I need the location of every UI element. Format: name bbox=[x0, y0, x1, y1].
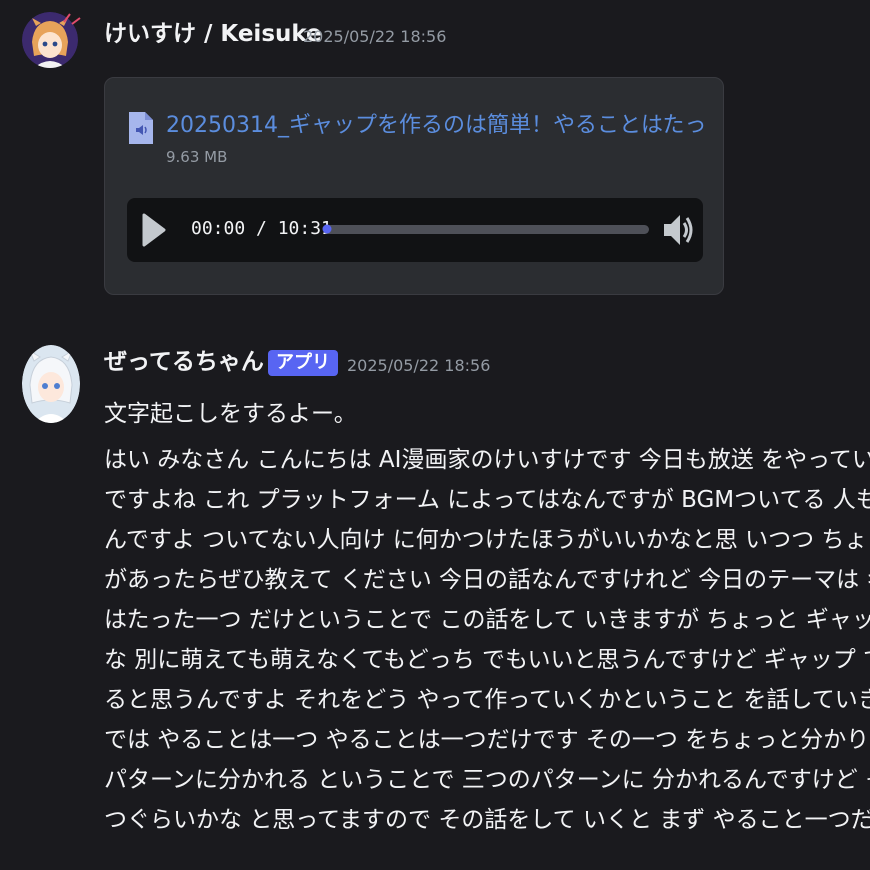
file-name-link[interactable]: 20250314_ギャップを作るのは簡単！やることはたっ bbox=[166, 112, 706, 140]
transcript-line: はたった一つ だけということで この話をして いきますが ちょっと ギャップ bbox=[104, 607, 870, 633]
sparkle-icon bbox=[63, 13, 81, 25]
timestamp: 2025/05/22 18:56 bbox=[347, 356, 491, 375]
audio-attachment: 20250314_ギャップを作るのは簡単！やることはたっ 9.63 MB 00:… bbox=[104, 77, 724, 295]
transcript-line: な 別に萌えても萌えなくてもどっち でもいいと思うんですけど ギャップ で bbox=[104, 647, 870, 673]
transcript-line: んですよ ついてない人向け に何かつけたほうがいいかなと思 いつつ ちょっ bbox=[104, 527, 870, 553]
transcript-line: パターンに分かれる ということで 三つのパターンに 分かれるんですけど そ bbox=[104, 767, 870, 793]
transcript-line: つぐらいかな と思ってますので その話をして いくと まず やること一つだけ bbox=[104, 807, 870, 833]
play-button-icon[interactable] bbox=[141, 212, 167, 248]
transcript-line: では やることは一つ やることは一つだけです その一つ をちょっと分かりや bbox=[104, 727, 870, 753]
message-intro: 文字起こしをするよー。 bbox=[104, 401, 357, 427]
file-size: 9.63 MB bbox=[166, 148, 228, 166]
timestamp: 2025/05/22 18:56 bbox=[303, 27, 447, 46]
transcript-line: ると思うんですよ それをどう やって作っていくかということ を話していき bbox=[104, 687, 870, 713]
audio-player: 00:00 / 10:31 bbox=[127, 198, 703, 262]
avatar-zetteru[interactable] bbox=[22, 345, 80, 423]
transcript-line: があったらぜひ教えて ください 今日の話なんですけれど 今日のテーマは ギ bbox=[104, 567, 870, 593]
transcript-line: ですよね これ プラットフォーム によってはなんですが BGMついてる 人もい bbox=[104, 487, 870, 513]
app-badge: アプリ bbox=[268, 350, 338, 376]
transcript-line: はい みなさん こんにちは AI漫画家のけいすけです 今日も放送 をやっていく bbox=[104, 447, 870, 473]
playback-time: 00:00 / 10:31 bbox=[191, 218, 332, 239]
progress-handle-icon[interactable] bbox=[322, 224, 332, 234]
audio-file-icon bbox=[129, 112, 153, 144]
volume-icon[interactable] bbox=[661, 210, 695, 250]
transcript-text: はい みなさん こんにちは AI漫画家のけいすけです 今日も放送 をやっていくで… bbox=[104, 440, 870, 840]
progress-bar[interactable] bbox=[322, 224, 649, 234]
username-keisuke[interactable]: けいすけ / Keisuke bbox=[104, 20, 322, 48]
avatar-zetteru-image bbox=[22, 345, 80, 423]
username-zetteru[interactable]: ぜってるちゃん bbox=[104, 348, 264, 376]
